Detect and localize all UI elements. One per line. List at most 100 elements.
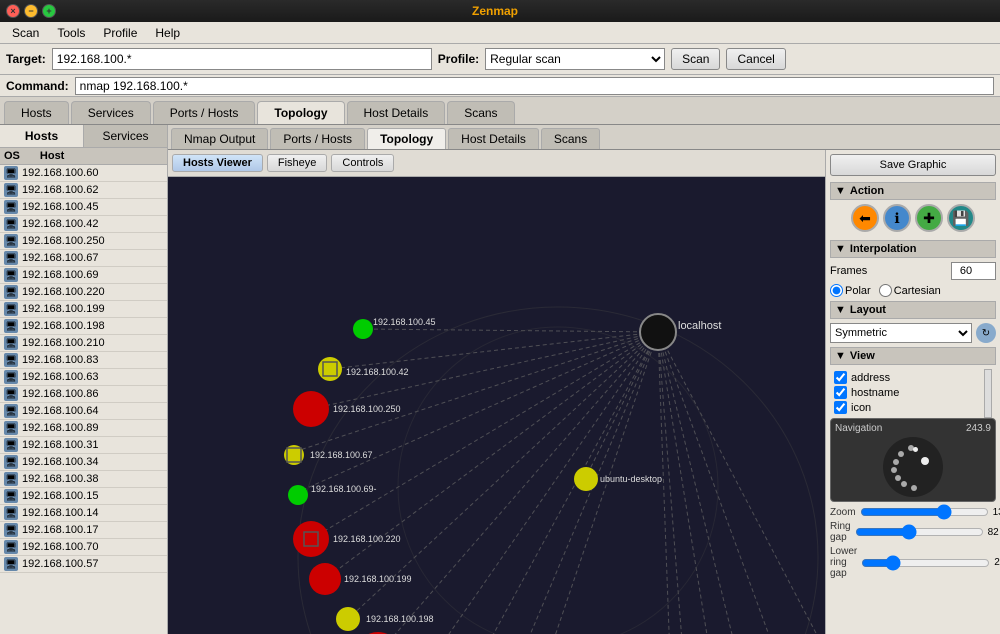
target-input[interactable] xyxy=(52,48,432,70)
layout-section-header[interactable]: ▼ Layout xyxy=(830,301,996,319)
os-icon xyxy=(4,489,18,503)
action-icons: ⬅ ℹ ✚ 💾 xyxy=(830,204,996,232)
zoom-label: Zoom xyxy=(830,507,856,518)
tab-host-details[interactable]: Host Details xyxy=(347,101,446,124)
host-row[interactable]: 192.168.100.69 xyxy=(0,267,167,284)
controls-button[interactable]: Controls xyxy=(331,154,394,172)
save-graphic-button[interactable]: Save Graphic xyxy=(830,154,996,176)
host-row[interactable]: 192.168.100.14 xyxy=(0,505,167,522)
topology-canvas[interactable]: Hosts Viewer Fisheye Controls xyxy=(168,150,825,634)
host-list: 192.168.100.60192.168.100.62192.168.100.… xyxy=(0,165,167,634)
menu-profile[interactable]: Profile xyxy=(95,24,145,42)
view-address-checkbox[interactable] xyxy=(834,371,847,384)
tab-topology[interactable]: Topology xyxy=(257,101,344,124)
host-row[interactable]: 192.168.100.70 xyxy=(0,539,167,556)
frames-label: Frames xyxy=(830,265,867,277)
frames-input[interactable] xyxy=(951,262,996,280)
host-row[interactable]: 192.168.100.64 xyxy=(0,403,167,420)
host-row[interactable]: 192.168.100.89 xyxy=(0,420,167,437)
os-icon xyxy=(4,268,18,282)
tab-hosts[interactable]: Hosts xyxy=(4,101,69,124)
host-row[interactable]: 192.168.100.83 xyxy=(0,352,167,369)
os-icon xyxy=(4,370,18,384)
host-row[interactable]: 192.168.100.45 xyxy=(0,199,167,216)
host-row[interactable]: 192.168.100.15 xyxy=(0,488,167,505)
inner-tab-nmap-output[interactable]: Nmap Output xyxy=(171,128,268,149)
view-icon-row: icon xyxy=(834,401,992,414)
menu-scan[interactable]: Scan xyxy=(4,24,47,42)
action-icon-save[interactable]: 💾 xyxy=(947,204,975,232)
fisheye-button[interactable]: Fisheye xyxy=(267,154,328,172)
host-row[interactable]: 192.168.100.199 xyxy=(0,301,167,318)
view-hostname-checkbox[interactable] xyxy=(834,386,847,399)
host-row[interactable]: 192.168.100.250 xyxy=(0,233,167,250)
action-section-header[interactable]: ▼ Action xyxy=(830,182,996,200)
host-row[interactable]: 192.168.100.210 xyxy=(0,335,167,352)
os-icon xyxy=(4,217,18,231)
interpolation-label: Interpolation xyxy=(850,243,917,255)
sidebar: Hosts Services OS Host 192.168.100.60192… xyxy=(0,125,168,634)
inner-tab-host-details[interactable]: Host Details xyxy=(448,128,539,149)
nav-header: Navigation 243.9 xyxy=(835,423,991,434)
inner-tab-ports-hosts[interactable]: Ports / Hosts xyxy=(270,128,365,149)
layout-refresh-icon[interactable]: ↻ xyxy=(976,323,996,343)
svg-text:192.168.100.42: 192.168.100.42 xyxy=(346,367,409,377)
command-input[interactable] xyxy=(75,77,994,95)
inner-tab-scans[interactable]: Scans xyxy=(541,128,600,149)
interpolation-section-header[interactable]: ▼ Interpolation xyxy=(830,240,996,258)
host-row[interactable]: 192.168.100.57 xyxy=(0,556,167,573)
cartesian-radio[interactable] xyxy=(879,284,892,297)
maximize-button[interactable]: + xyxy=(42,4,56,18)
zoom-value: 135 xyxy=(993,507,1000,518)
tab-services[interactable]: Services xyxy=(71,101,151,124)
sidebar-tabs: Hosts Services xyxy=(0,125,167,148)
host-ip: 192.168.100.15 xyxy=(22,490,98,502)
scan-button[interactable]: Scan xyxy=(671,48,720,70)
action-section-label: Action xyxy=(850,185,884,197)
host-row[interactable]: 192.168.100.34 xyxy=(0,454,167,471)
tab-ports-hosts[interactable]: Ports / Hosts xyxy=(153,101,256,124)
host-row[interactable]: 192.168.100.60 xyxy=(0,165,167,182)
host-row[interactable]: 192.168.100.31 xyxy=(0,437,167,454)
zoom-slider[interactable] xyxy=(860,506,989,518)
main-tabs: Hosts Services Ports / Hosts Topology Ho… xyxy=(0,97,1000,125)
polar-radio[interactable] xyxy=(830,284,843,297)
host-ip: 192.168.100.199 xyxy=(22,303,105,315)
sidebar-tab-hosts[interactable]: Hosts xyxy=(0,125,84,147)
host-row[interactable]: 192.168.100.220 xyxy=(0,284,167,301)
host-ip: 192.168.100.17 xyxy=(22,524,98,536)
action-icon-info[interactable]: ℹ xyxy=(883,204,911,232)
ring-gap-slider[interactable] xyxy=(855,526,984,538)
hosts-viewer-button[interactable]: Hosts Viewer xyxy=(172,154,263,172)
cancel-button[interactable]: Cancel xyxy=(726,48,785,70)
menu-help[interactable]: Help xyxy=(147,24,188,42)
minimize-button[interactable]: − xyxy=(24,4,38,18)
os-icon xyxy=(4,285,18,299)
navigation-box: Navigation 243.9 xyxy=(830,418,996,502)
layout-select[interactable]: Symmetric xyxy=(830,323,972,343)
host-row[interactable]: 192.168.100.38 xyxy=(0,471,167,488)
host-row[interactable]: 192.168.100.67 xyxy=(0,250,167,267)
lower-ring-gap-slider[interactable] xyxy=(861,557,990,569)
nav-minimap[interactable] xyxy=(883,437,943,497)
host-row[interactable]: 192.168.100.86 xyxy=(0,386,167,403)
host-row[interactable]: 192.168.100.198 xyxy=(0,318,167,335)
os-icon xyxy=(4,387,18,401)
sidebar-tab-services[interactable]: Services xyxy=(84,125,167,147)
host-row[interactable]: 192.168.100.62 xyxy=(0,182,167,199)
close-button[interactable]: × xyxy=(6,4,20,18)
host-row[interactable]: 192.168.100.63 xyxy=(0,369,167,386)
host-row[interactable]: 192.168.100.42 xyxy=(0,216,167,233)
tab-scans[interactable]: Scans xyxy=(447,101,514,124)
profile-dropdown[interactable]: Regular scanIntense scanQuick scan xyxy=(485,48,665,70)
host-ip: 192.168.100.69 xyxy=(22,269,98,281)
action-icon-add[interactable]: ✚ xyxy=(915,204,943,232)
view-icon-checkbox[interactable] xyxy=(834,401,847,414)
host-row[interactable]: 192.168.100.17 xyxy=(0,522,167,539)
menu-tools[interactable]: Tools xyxy=(49,24,93,42)
inner-tab-topology[interactable]: Topology xyxy=(367,128,446,149)
view-section-header[interactable]: ▼ View xyxy=(830,347,996,365)
os-icon xyxy=(4,438,18,452)
commandbar: Command: xyxy=(0,75,1000,97)
action-icon-back[interactable]: ⬅ xyxy=(851,204,879,232)
